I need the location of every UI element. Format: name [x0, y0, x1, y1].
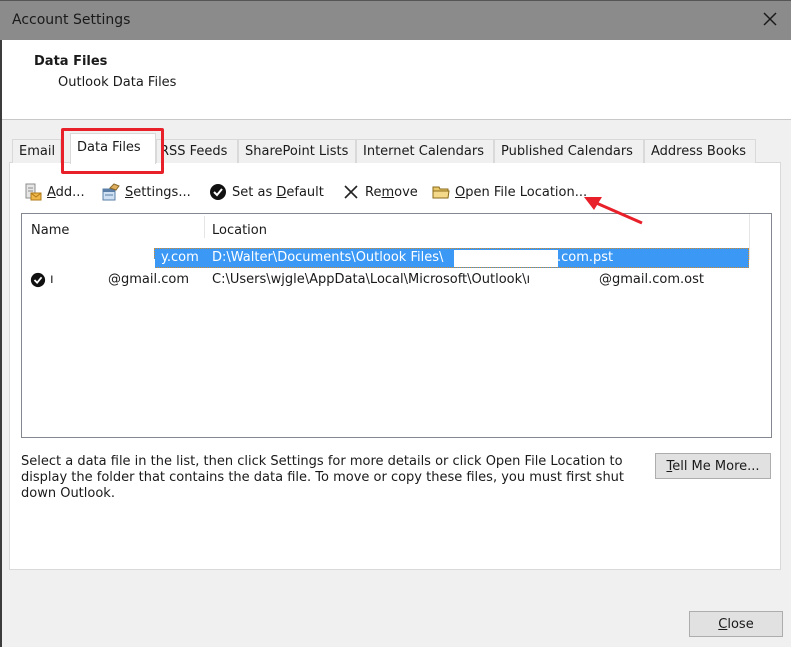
description-text: Select a data file in the list, then cli…	[21, 454, 625, 501]
remove-pre: Re	[365, 184, 382, 200]
x-icon	[344, 185, 358, 199]
tab-published-calendars[interactable]: Published Calendars	[494, 139, 644, 163]
row-location-suffix: @gmail.com.ost	[599, 272, 704, 287]
header-subtitle: Outlook Data Files	[58, 75, 177, 90]
folder-icon	[432, 186, 450, 199]
remove-button[interactable]: Remove	[342, 181, 418, 203]
settings-icon	[102, 183, 120, 201]
close-label: lose	[727, 616, 754, 632]
window-title: Account Settings	[12, 12, 131, 28]
set-as-default-button[interactable]: Set as Default	[209, 181, 324, 203]
remove-accel: m	[381, 184, 395, 200]
settings-button[interactable]: Settings...	[102, 181, 191, 203]
column-header-location[interactable]: Location	[212, 223, 267, 238]
add-accel: A	[47, 184, 56, 200]
title-bar: Account Settings	[0, 0, 791, 40]
open-location-label: pen File Location...	[465, 184, 588, 200]
redaction-box	[454, 250, 558, 267]
tab-data-files[interactable]: Data Files	[70, 133, 156, 164]
header-right-divider	[749, 214, 750, 260]
tab-internet-calendars[interactable]: Internet Calendars	[356, 139, 494, 163]
set-default-post: efault	[286, 184, 324, 200]
checkmark-circle-icon	[210, 184, 226, 200]
remove-post: ove	[394, 184, 418, 200]
row-location-prefix: C:\Users\wjgle\AppData\Local\Microsoft\O…	[212, 272, 531, 287]
tab-rss-feeds[interactable]: RSS Feeds	[156, 139, 238, 163]
close-button[interactable]: Close	[689, 611, 783, 637]
row-name-prefix: ı	[50, 272, 54, 287]
row-location-prefix: D:\Walter\Documents\Outlook Files\	[212, 250, 444, 265]
redaction-box	[49, 259, 155, 269]
close-accel: C	[718, 616, 728, 632]
set-default-pre: Set as	[232, 184, 277, 200]
set-default-accel: D	[276, 184, 287, 200]
list-row[interactable]: ı @gmail.com C:\Users\wjgle\AppData\Loca…	[22, 270, 749, 290]
row-name: y.com	[161, 250, 199, 265]
data-files-list[interactable]: Name Location y.com D:\Walter\Documents\…	[21, 213, 772, 438]
dialog-header: Data Files Outlook Data Files	[2, 40, 791, 120]
open-file-location-button[interactable]: Open File Location...	[432, 181, 587, 203]
header-title: Data Files	[34, 54, 108, 69]
default-checkmark-icon	[30, 272, 46, 288]
open-location-accel: O	[455, 184, 466, 200]
row-name: @gmail.com	[108, 272, 190, 287]
add-label: dd...	[55, 184, 85, 200]
column-header-name[interactable]: Name	[31, 223, 69, 238]
tab-address-books[interactable]: Address Books	[644, 139, 756, 163]
column-divider[interactable]	[204, 216, 205, 238]
tab-email[interactable]: Email	[12, 139, 61, 163]
add-data-file-icon	[25, 183, 42, 201]
tab-sharepoint-lists[interactable]: SharePoint Lists	[238, 139, 356, 163]
row-location-suffix: .com.pst	[557, 250, 614, 265]
close-x-icon[interactable]	[759, 8, 781, 30]
tell-me-more-button[interactable]: Tell Me More...	[655, 453, 771, 479]
tell-me-more-label: ell Me More...	[672, 458, 760, 474]
add-button[interactable]: Add...	[24, 181, 85, 203]
settings-label: ettings...	[133, 184, 191, 200]
